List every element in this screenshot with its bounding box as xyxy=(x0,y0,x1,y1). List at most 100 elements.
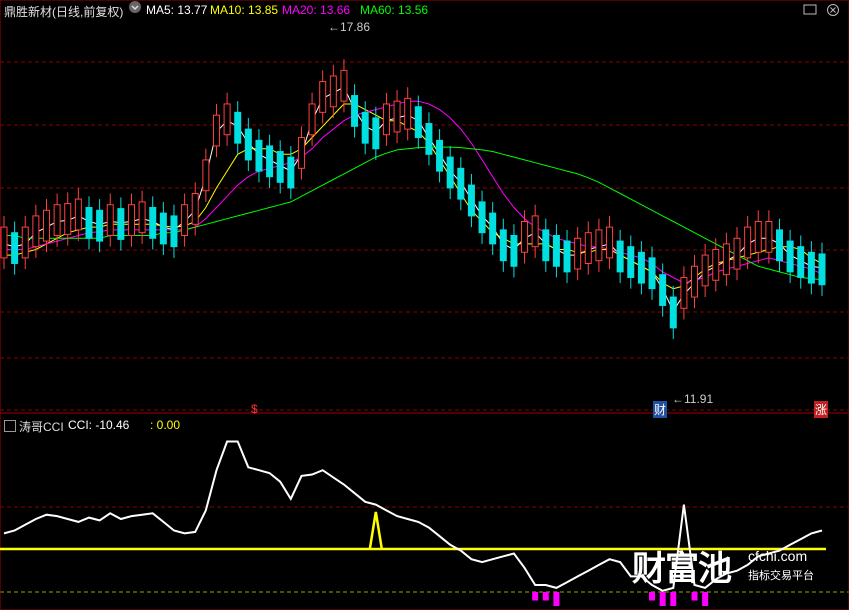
candle-body xyxy=(308,103,316,136)
ma10-label: MA10: 13.85 xyxy=(210,3,279,17)
candle-body xyxy=(287,156,295,189)
candle-body xyxy=(531,215,539,248)
candle-body xyxy=(744,226,752,259)
candle-body xyxy=(244,128,252,161)
candle-body xyxy=(191,193,199,225)
candle-body xyxy=(807,251,815,284)
cci-zero-label: : 0.00 xyxy=(150,418,181,432)
ma-line-ma20 xyxy=(4,100,823,284)
candle-body xyxy=(212,114,220,147)
candle-body xyxy=(436,139,444,172)
indicator-settings-icon[interactable] xyxy=(4,420,16,432)
candle-body xyxy=(266,145,274,178)
ma5-label: MA5: 13.77 xyxy=(146,3,208,17)
cci-negative-bar xyxy=(532,592,539,601)
candle-body xyxy=(722,243,730,276)
candle-body xyxy=(393,100,401,133)
candle-body xyxy=(510,234,518,267)
candle-body xyxy=(319,81,327,113)
candle-body xyxy=(733,237,741,270)
watermark-slogan: 指标交易平台 xyxy=(748,570,814,582)
ma-line-ma60 xyxy=(4,146,823,281)
chart-border xyxy=(0,0,849,610)
cci-negative-bar xyxy=(670,592,677,606)
ma-line-ma10 xyxy=(4,103,823,290)
candle-body xyxy=(21,226,29,259)
candle-body xyxy=(446,156,454,189)
candle-body xyxy=(542,229,550,262)
candle-body xyxy=(404,97,412,130)
candle-body xyxy=(149,207,157,239)
candle-body xyxy=(223,103,231,136)
candle-body xyxy=(202,159,210,192)
restore-icon[interactable] xyxy=(803,4,819,19)
candle-body xyxy=(754,220,762,253)
ma-line-ma5 xyxy=(3,86,823,313)
watermark-site: cfchi.com xyxy=(748,548,808,564)
candle-body xyxy=(425,123,433,155)
candle-body xyxy=(106,204,114,236)
limit-up-marker: 涨 xyxy=(814,401,829,418)
candle-body xyxy=(467,184,475,217)
cci-negative-bar xyxy=(659,592,666,606)
candle-body xyxy=(42,209,50,242)
candle-body xyxy=(382,103,390,136)
candle-body xyxy=(552,234,560,267)
candle-body xyxy=(181,204,189,236)
candle-body xyxy=(361,111,369,144)
candle-body xyxy=(765,220,773,253)
candle-body xyxy=(0,226,8,259)
ma-lines xyxy=(3,86,823,313)
candle-body xyxy=(616,240,624,273)
candle-body xyxy=(96,209,104,242)
candle-body xyxy=(351,95,359,127)
candle-body xyxy=(478,201,486,234)
candle-body xyxy=(138,201,146,234)
cci-negative-bar xyxy=(553,592,560,606)
candle-body xyxy=(159,212,167,245)
cci-signal-spike xyxy=(368,511,384,550)
candle-body xyxy=(53,204,61,236)
candle-body xyxy=(32,215,40,248)
chart-window: 鼎胜新材(日线,前复权) MA5: 13.77 MA10: 13.85 MA20… xyxy=(0,0,849,610)
candle-body xyxy=(85,207,93,239)
candle-body xyxy=(489,212,497,245)
close-icon[interactable] xyxy=(826,4,842,19)
candle-body xyxy=(563,240,571,273)
candle-body xyxy=(574,237,582,270)
candle-body xyxy=(372,117,380,150)
candle-body xyxy=(11,232,19,264)
candle-body xyxy=(234,111,242,144)
candle-body xyxy=(595,229,603,262)
candle-body xyxy=(414,106,422,139)
grid-lines xyxy=(0,0,849,610)
finance-marker: 财 xyxy=(653,401,668,418)
candle-body xyxy=(659,274,667,306)
chart-canvas[interactable] xyxy=(0,0,849,610)
candle-body xyxy=(584,232,592,264)
candle-body xyxy=(776,229,784,262)
candle-body xyxy=(606,226,614,259)
ma20-label: MA20: 13.66 xyxy=(282,3,351,17)
ma60-label: MA60: 13.56 xyxy=(360,3,429,17)
candle-body xyxy=(340,69,348,102)
cci-negative-bar xyxy=(542,592,549,601)
candle-body xyxy=(127,204,135,236)
candle-body xyxy=(64,203,72,235)
cci-negative-bar xyxy=(649,592,656,601)
candle-body xyxy=(712,248,720,281)
candle-body xyxy=(627,246,635,278)
candle-body xyxy=(786,240,794,273)
watermark-logo: 财富池 xyxy=(632,549,732,589)
chevron-down-icon[interactable] xyxy=(129,1,141,13)
chart-title: 鼎胜新材(日线,前复权) xyxy=(4,5,124,19)
candle-body xyxy=(499,229,507,262)
candle-body xyxy=(637,251,645,284)
candle-body xyxy=(701,254,709,287)
candle-body xyxy=(457,167,465,200)
high-price-label: ←17.86 xyxy=(328,20,371,34)
cci-value-label: CCI: -10.46 xyxy=(68,418,130,432)
cci-negative-bar xyxy=(691,592,698,601)
candle-body xyxy=(648,257,656,290)
dollar-marker: $ xyxy=(251,402,258,416)
